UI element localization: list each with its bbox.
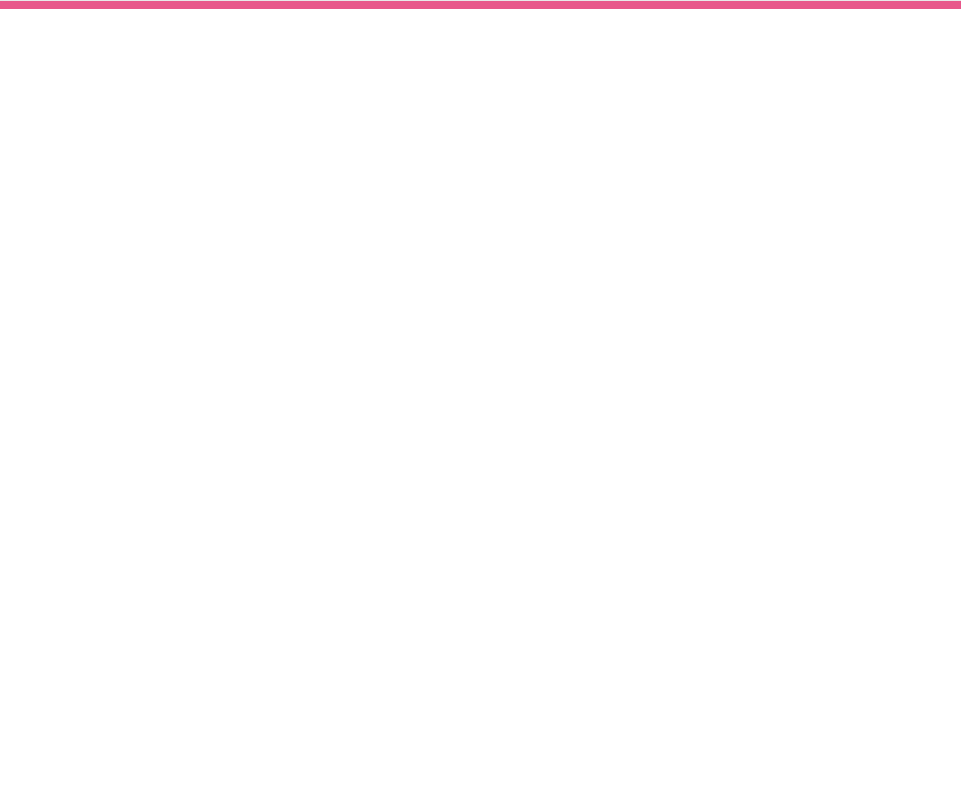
bottom-bar	[0, 1, 961, 9]
